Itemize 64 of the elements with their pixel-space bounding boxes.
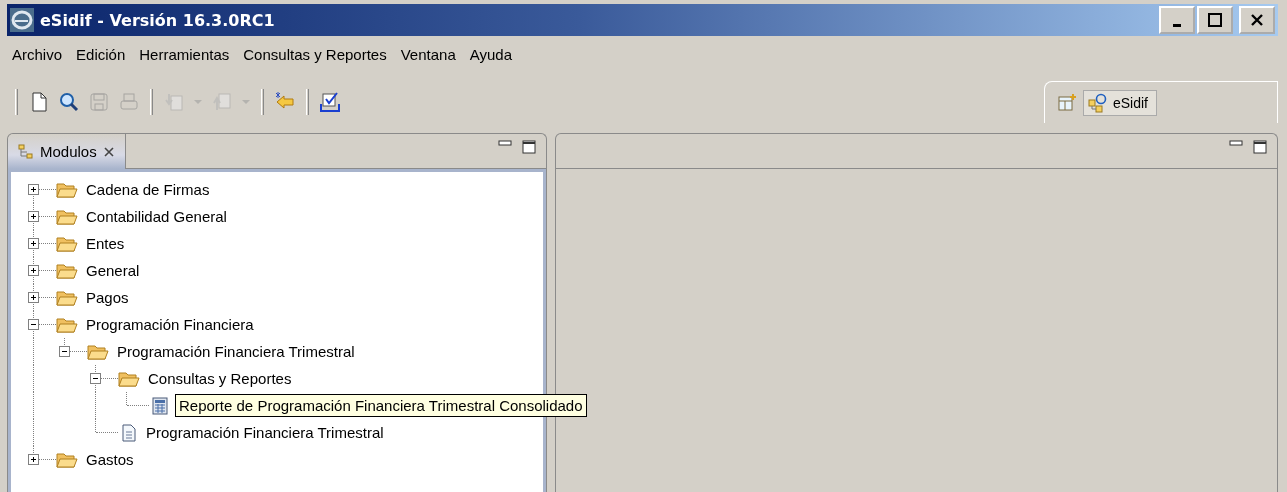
tree-expander[interactable]: [28, 319, 39, 330]
tree-item-label[interactable]: Gastos: [84, 450, 136, 469]
tree-expander[interactable]: [28, 292, 39, 303]
caret-icon: [242, 99, 250, 105]
tree-item-label[interactable]: Contabilidad General: [84, 207, 229, 226]
tree-expander[interactable]: [90, 373, 101, 384]
folder-icon: [56, 315, 78, 334]
close-button[interactable]: [1239, 6, 1275, 34]
folder-icon: [56, 180, 78, 199]
tree-expander[interactable]: [28, 211, 39, 222]
maximize-icon[interactable]: [522, 140, 536, 154]
view-tab[interactable]: Modulos: [8, 134, 126, 169]
app-logo-icon: [10, 8, 34, 32]
search-icon: [58, 91, 80, 113]
tree-item-label[interactable]: Programación Financiera Trimestral: [115, 342, 357, 361]
calculator-icon: [151, 396, 169, 415]
close-icon[interactable]: [102, 145, 115, 158]
export-icon: [211, 91, 233, 113]
tree-expander[interactable]: [28, 454, 39, 465]
tree-expander[interactable]: [59, 346, 70, 357]
maximize-icon: [1208, 13, 1222, 27]
print-icon: [118, 91, 140, 113]
tooltip[interactable]: Reporte de Programación Financiera Trimestral Consolidado: [175, 394, 587, 417]
menu-item[interactable]: Ventana: [399, 44, 457, 65]
tree-expander[interactable]: [28, 184, 39, 195]
minimize-button[interactable]: [1159, 6, 1195, 34]
maximize-icon[interactable]: [1253, 140, 1267, 154]
menu-item[interactable]: Ayuda: [468, 44, 513, 65]
tree-expander[interactable]: [28, 265, 39, 276]
document-icon: [120, 423, 138, 442]
menu-item[interactable]: Herramientas: [138, 44, 231, 65]
folder-icon: [56, 234, 78, 253]
folder-icon: [56, 207, 78, 226]
menu-item[interactable]: Archivo: [11, 44, 64, 65]
open-perspective-button[interactable]: [1056, 92, 1077, 113]
menu-item[interactable]: Consultas y Reportes: [242, 44, 388, 65]
tree-item-label[interactable]: General: [84, 261, 142, 280]
hierarchy-icon: [18, 143, 34, 160]
import-icon: [163, 91, 185, 113]
folder-icon: [56, 261, 78, 280]
folder-icon: [56, 288, 78, 307]
folder-icon: [118, 369, 140, 388]
tree-item-label[interactable]: Programación Financiera Trimestral: [144, 423, 386, 442]
minimize-icon[interactable]: [498, 140, 512, 148]
window-plus-icon: [1056, 92, 1077, 113]
tree-item-label[interactable]: Consultas y Reportes: [146, 369, 294, 388]
tree-item-label[interactable]: Pagos: [84, 288, 131, 307]
folder-icon: [56, 450, 78, 469]
save-icon: [88, 91, 110, 113]
tree-item-label[interactable]: Programación Financiera: [84, 315, 256, 334]
window-title: eSidif - Versión 16.3.0RC1: [40, 10, 275, 30]
tree-item-label[interactable]: Cadena de Firmas: [84, 180, 212, 199]
tree-item-label[interactable]: Entes: [84, 234, 127, 253]
checklist-icon: [319, 91, 341, 113]
minimize-icon[interactable]: [1229, 140, 1243, 148]
tree-expander[interactable]: [28, 238, 39, 249]
hierarchy-icon: [1087, 92, 1108, 113]
menu-item[interactable]: Edición: [75, 44, 127, 65]
minimize-icon: [1173, 23, 1181, 27]
folder-icon: [87, 342, 109, 361]
perspective-button[interactable]: eSidif: [1082, 89, 1157, 116]
caret-icon: [194, 99, 202, 105]
close-icon: [1250, 13, 1264, 27]
maximize-button[interactable]: [1197, 6, 1233, 34]
